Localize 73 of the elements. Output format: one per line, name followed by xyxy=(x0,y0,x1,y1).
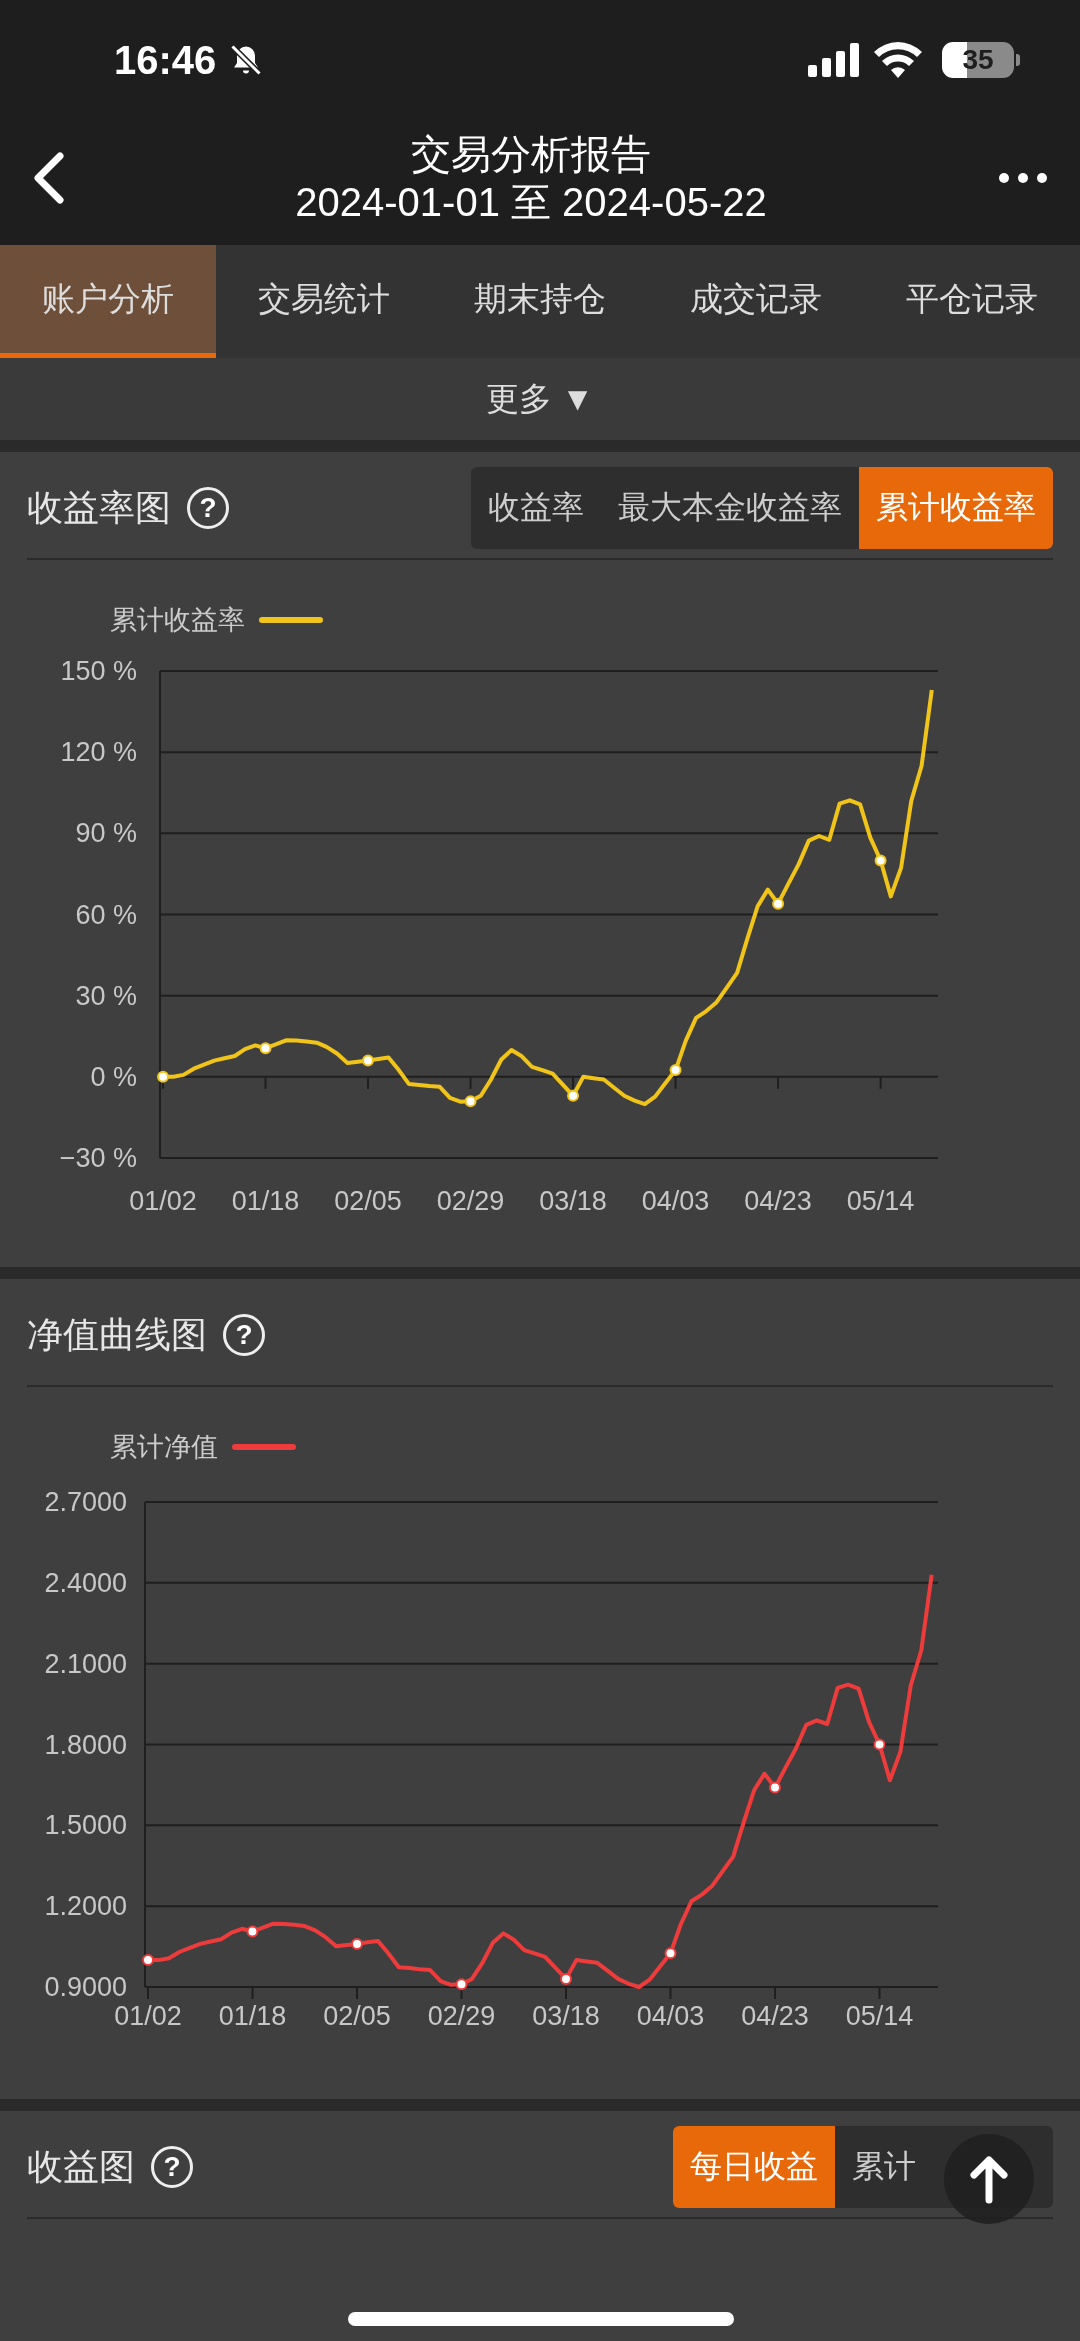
x-axis-label: 02/05 xyxy=(323,2001,391,2031)
tab[interactable]: 期末持仓 xyxy=(432,245,648,358)
section-title: 收益率图 xyxy=(27,485,171,530)
y-axis-label: 2.1000 xyxy=(44,1648,127,1679)
y-axis-label: 1.8000 xyxy=(44,1729,127,1760)
more-icon[interactable] xyxy=(998,171,1048,184)
data-point xyxy=(246,1925,259,1938)
y-axis-label: 1.5000 xyxy=(44,1810,127,1841)
date-range: 2024-01-01 至 2024-05-22 xyxy=(295,178,767,226)
wifi-icon xyxy=(874,42,922,78)
x-axis-label: 03/18 xyxy=(539,1186,607,1216)
data-point xyxy=(769,1781,781,1794)
data-point xyxy=(560,1972,572,1985)
arrow-up-icon xyxy=(969,2154,1009,2204)
data-point xyxy=(455,1978,468,1991)
help-icon[interactable]: ? xyxy=(151,2146,193,2188)
section-title: 净值曲线图 xyxy=(27,1312,207,1357)
data-point xyxy=(567,1089,580,1102)
data-point xyxy=(664,1947,677,1960)
y-axis-label: 2.4000 xyxy=(44,1567,127,1598)
tab[interactable]: 账户分析 xyxy=(0,245,216,358)
help-icon[interactable]: ? xyxy=(223,1314,265,1356)
y-axis-label: 0.9000 xyxy=(44,1972,127,2002)
data-point xyxy=(362,1054,375,1067)
legend-line xyxy=(232,1444,296,1450)
more-button[interactable]: 更多 ▼ xyxy=(480,375,600,423)
x-axis-label: 01/18 xyxy=(231,1186,300,1216)
x-axis-label: 03/18 xyxy=(532,2001,600,2031)
section-title: 收益图 xyxy=(27,2144,135,2189)
tab[interactable]: 成交记录 xyxy=(648,245,864,358)
data-point xyxy=(157,1070,169,1083)
tab[interactable]: 平仓记录 xyxy=(864,245,1080,358)
tab[interactable]: 交易统计 xyxy=(216,245,432,358)
signal-icon xyxy=(808,43,862,77)
page-title: 交易分析报告 xyxy=(411,130,651,178)
x-axis-label: 02/29 xyxy=(427,2001,496,2031)
legend-label: 累计收益率 xyxy=(110,604,245,637)
y-axis-label: 30 % xyxy=(75,980,137,1011)
back-icon[interactable] xyxy=(32,151,64,204)
y-axis-label: −30 % xyxy=(59,1143,137,1173)
segment-option[interactable]: 收益率 xyxy=(471,467,601,549)
data-point xyxy=(259,1042,272,1055)
data-point xyxy=(351,1937,363,1950)
y-axis-label: 90 % xyxy=(75,818,137,849)
x-axis-label: 02/29 xyxy=(436,1186,505,1216)
data-point xyxy=(874,854,887,867)
help-icon[interactable]: ? xyxy=(187,487,229,529)
status-time: 16:46 xyxy=(114,37,217,83)
y-axis-label: 120 % xyxy=(60,737,137,768)
y-axis-label: 0 % xyxy=(90,1061,137,1092)
x-axis-label: 05/14 xyxy=(846,1186,915,1216)
data-point xyxy=(772,897,785,910)
x-axis-label: 04/23 xyxy=(744,1186,812,1216)
segment-option[interactable]: 最大本金收益率 xyxy=(601,467,859,549)
x-axis-label: 01/02 xyxy=(114,2001,182,2031)
data-point xyxy=(464,1095,477,1108)
data-point xyxy=(873,1738,886,1751)
x-axis-label: 05/14 xyxy=(845,2001,914,2031)
x-axis-label: 04/03 xyxy=(636,2001,705,2031)
y-axis-label: 2.7000 xyxy=(44,1487,127,1517)
y-axis-label: 1.2000 xyxy=(44,1891,127,1922)
x-axis-label: 04/23 xyxy=(741,2001,809,2031)
x-axis-label: 01/18 xyxy=(218,2001,287,2031)
x-axis-label: 02/05 xyxy=(334,1186,402,1216)
data-point xyxy=(142,1954,154,1967)
y-axis-label: 150 % xyxy=(60,656,137,686)
x-axis-label: 04/03 xyxy=(641,1186,710,1216)
x-axis-label: 01/02 xyxy=(129,1186,197,1216)
segment-option[interactable]: 累计 xyxy=(835,2126,933,2208)
legend-line xyxy=(259,617,323,623)
y-axis-label: 60 % xyxy=(75,899,137,930)
legend-label: 累计净值 xyxy=(110,1431,218,1464)
data-point xyxy=(669,1064,682,1077)
